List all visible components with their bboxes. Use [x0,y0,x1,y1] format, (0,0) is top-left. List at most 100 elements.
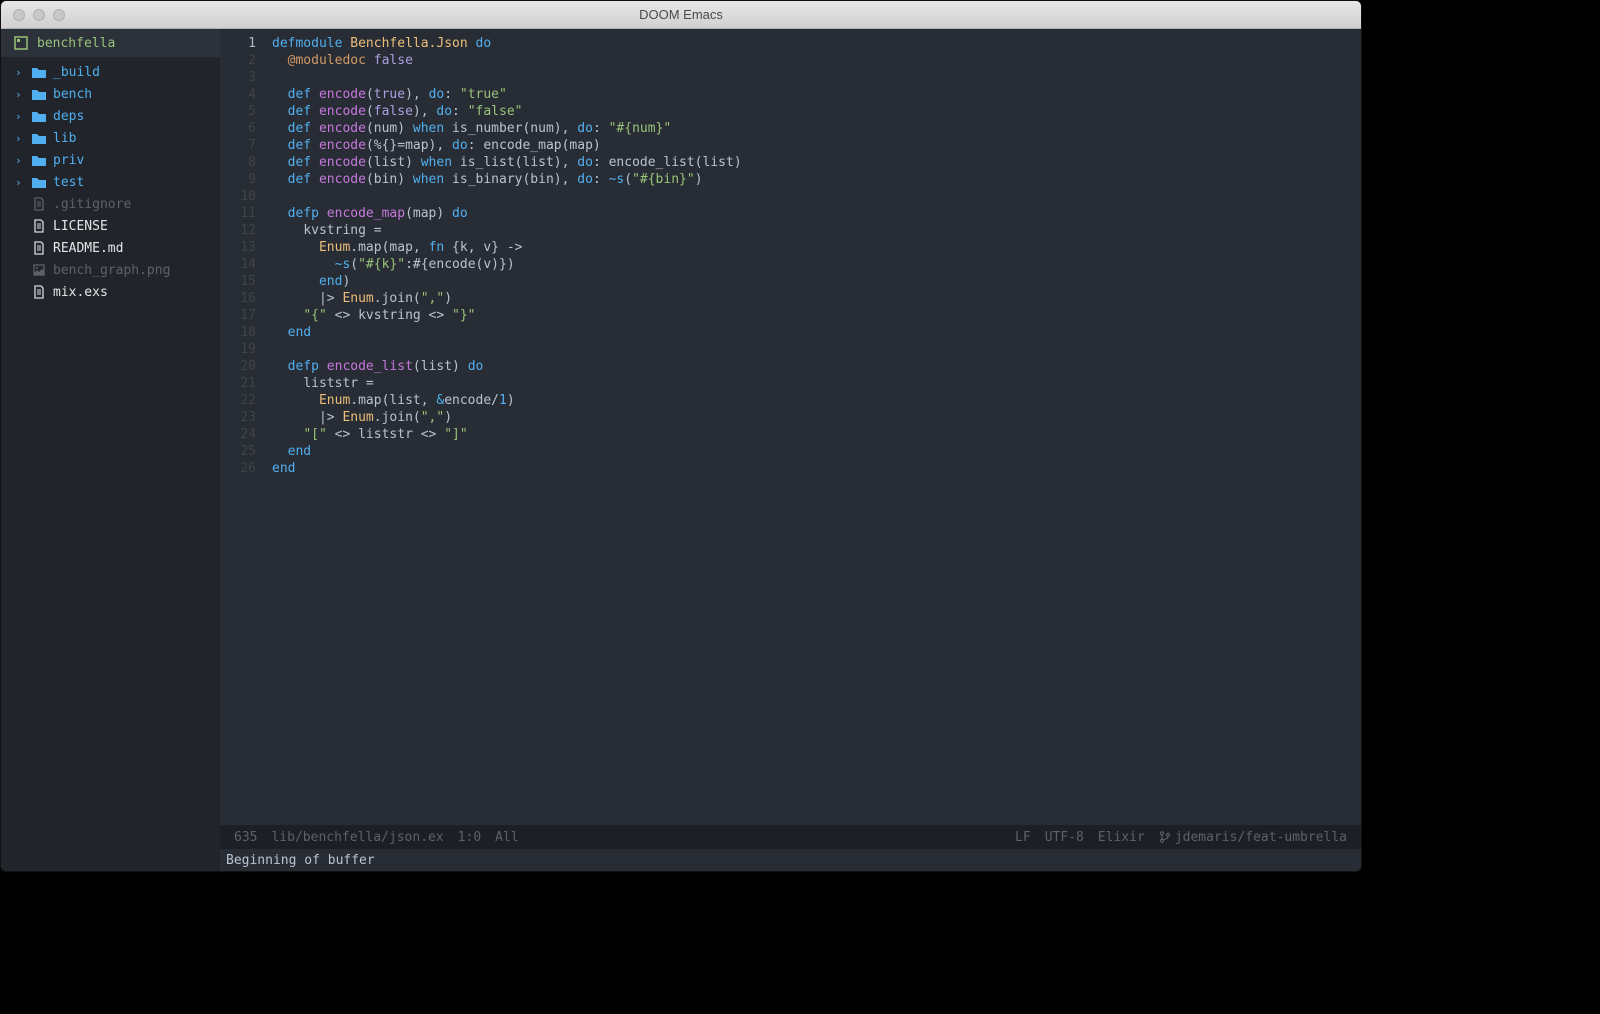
code-line[interactable]: Enum.map(list, &encode/1) [272,392,1361,409]
line-number: 17 [220,307,256,324]
chevron-right-icon: › [15,66,25,79]
file-icon [31,285,47,299]
tree-file[interactable]: LICENSE [1,215,220,237]
tree-file[interactable]: mix.exs [1,281,220,303]
editor-body: benchfella › _build › bench › deps › lib › priv ›t… [1,29,1361,871]
project-root-label: benchfella [37,36,115,51]
titlebar[interactable]: DOOM Emacs [1,1,1361,29]
folder-icon [31,131,47,145]
tree-item-label: .gitignore [53,197,131,212]
code-line[interactable]: def encode(list) when is_list(list), do:… [272,154,1361,171]
code-line[interactable]: def encode(num) when is_number(num), do:… [272,120,1361,137]
image-icon [31,263,47,277]
code-line[interactable] [272,69,1361,86]
echo-area: Beginning of buffer [220,849,1361,871]
line-number: 22 [220,392,256,409]
tree-item-label: _build [53,65,100,80]
line-number: 10 [220,188,256,205]
line-number: 23 [220,409,256,426]
emacs-window: DOOM Emacs benchfella › _build › bench › deps… [0,0,1362,872]
window-title: DOOM Emacs [1,7,1361,22]
code-line[interactable]: end [272,324,1361,341]
code-line[interactable]: defp encode_list(list) do [272,358,1361,375]
code-line[interactable]: end [272,443,1361,460]
tree-file[interactable]: README.md [1,237,220,259]
modeline[interactable]: 635 lib/benchfella/json.ex 1:0 All LF UT… [220,825,1361,849]
line-ending: LF [1015,830,1031,845]
code-line[interactable]: defmodule Benchfella.Json do [272,35,1361,52]
code-line[interactable]: def encode(false), do: "false" [272,103,1361,120]
code-line[interactable]: def encode(true), do: "true" [272,86,1361,103]
code-line[interactable]: def encode(bin) when is_binary(bin), do:… [272,171,1361,188]
code-line[interactable] [272,341,1361,358]
code-line[interactable]: Enum.map(map, fn {k, v} -> [272,239,1361,256]
file-tree-sidebar[interactable]: benchfella › _build › bench › deps › lib › priv ›t… [1,29,220,871]
chevron-right-icon: › [15,132,25,145]
line-number: 16 [220,290,256,307]
code-line[interactable]: "[" <> liststr <> "]" [272,426,1361,443]
code-area[interactable]: 1234567891011121314151617181920212223242… [220,29,1361,825]
folder-icon [31,175,47,189]
editor-pane: 1234567891011121314151617181920212223242… [220,29,1361,871]
folder-icon [31,109,47,123]
tree-folder[interactable]: › deps [1,105,220,127]
tree-folder[interactable]: › lib [1,127,220,149]
tree-item-label: priv [53,153,84,168]
tree-folder[interactable]: ›test [1,171,220,193]
tree-item-label: lib [53,131,76,146]
line-number: 26 [220,460,256,477]
code-line[interactable]: @moduledoc false [272,52,1361,69]
chevron-right-icon: › [15,110,25,123]
line-number-gutter: 1234567891011121314151617181920212223242… [220,29,264,825]
encoding: UTF-8 [1045,830,1084,845]
code-line[interactable] [272,188,1361,205]
tree-item-label: mix.exs [53,285,108,300]
tree-item-label: bench [53,87,92,102]
code-line[interactable]: ~s("#{k}":#{encode(v)}) [272,256,1361,273]
code-line[interactable]: "{" <> kvstring <> "}" [272,307,1361,324]
tree-file[interactable]: .gitignore [1,193,220,215]
project-root[interactable]: benchfella [1,29,220,57]
tree-item-label: bench_graph.png [53,263,170,278]
echo-message: Beginning of buffer [226,853,375,868]
line-number: 25 [220,443,256,460]
code-line[interactable]: liststr = [272,375,1361,392]
zoom-icon[interactable] [53,9,65,21]
file-icon [31,219,47,233]
file-icon [31,241,47,255]
cursor-position: 1:0 [458,830,481,845]
code-line[interactable]: defp encode_map(map) do [272,205,1361,222]
line-number: 8 [220,154,256,171]
line-number: 21 [220,375,256,392]
line-number: 24 [220,426,256,443]
code-line[interactable]: end [272,460,1361,477]
tree-item-label: test [53,175,84,190]
project-icon [13,35,29,51]
line-number: 18 [220,324,256,341]
line-number: 6 [220,120,256,137]
git-branch-icon [1159,831,1171,843]
close-icon[interactable] [13,9,25,21]
tree-folder[interactable]: › _build [1,61,220,83]
line-number: 1 [220,35,256,52]
tree-file[interactable]: bench_graph.png [1,259,220,281]
major-mode: Elixir [1098,830,1145,845]
line-number: 4 [220,86,256,103]
buffer-size: 635 [234,830,257,845]
line-number: 13 [220,239,256,256]
code-line[interactable]: kvstring = [272,222,1361,239]
chevron-right-icon: › [15,154,25,167]
tree-folder[interactable]: › bench [1,83,220,105]
minimize-icon[interactable] [33,9,45,21]
tree-folder[interactable]: › priv [1,149,220,171]
code-content[interactable]: defmodule Benchfella.Json do @moduledoc … [264,29,1361,825]
code-line[interactable]: def encode(%{}=map), do: encode_map(map) [272,137,1361,154]
code-line[interactable]: |> Enum.join(",") [272,290,1361,307]
line-number: 11 [220,205,256,222]
code-line[interactable]: |> Enum.join(",") [272,409,1361,426]
file-tree: › _build › bench › deps › lib › priv ›test .gitigno… [1,57,220,307]
chevron-right-icon: › [15,88,25,101]
tree-item-label: deps [53,109,84,124]
code-line[interactable]: end) [272,273,1361,290]
vcs-branch: jdemaris/feat-umbrella [1159,830,1347,845]
